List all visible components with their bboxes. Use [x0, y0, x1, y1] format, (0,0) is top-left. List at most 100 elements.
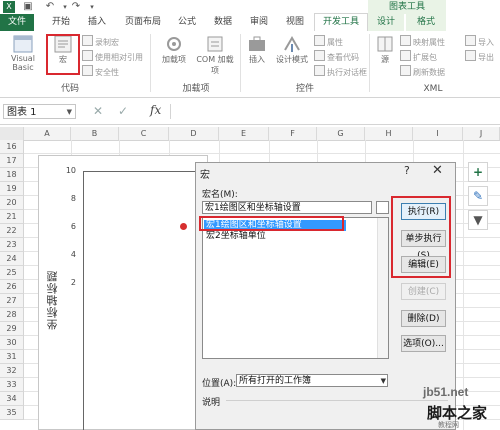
- chart-filters-icon[interactable]: ▼: [468, 210, 488, 230]
- column-header[interactable]: A: [24, 127, 71, 140]
- row-header[interactable]: 35: [0, 406, 24, 420]
- qat-customize-icon[interactable]: ▾: [86, 1, 98, 13]
- y-axis-title[interactable]: 坐标轴标题: [45, 270, 59, 330]
- column-header[interactable]: E: [219, 127, 269, 140]
- macro-name-input[interactable]: 宏1绘图区和坐标轴设置: [202, 201, 372, 214]
- chevron-down-icon[interactable]: ▼: [67, 105, 72, 120]
- xml-export-button[interactable]: 导出: [465, 50, 494, 62]
- chevron-down-icon[interactable]: ▼: [381, 375, 386, 388]
- redo-icon[interactable]: ↷: [70, 1, 82, 13]
- row-header[interactable]: 17: [0, 154, 24, 168]
- row-header[interactable]: 32: [0, 364, 24, 378]
- map-properties-label: 映射属性: [413, 38, 445, 47]
- xml-source-button[interactable]: 源: [373, 34, 397, 80]
- close-icon[interactable]: ✕: [432, 163, 443, 178]
- column-header[interactable]: B: [71, 127, 119, 140]
- formula-input[interactable]: [170, 104, 499, 119]
- row-header[interactable]: 22: [0, 224, 24, 238]
- row-header[interactable]: 29: [0, 322, 24, 336]
- com-addins-button[interactable]: COM 加载项: [193, 34, 237, 80]
- y-tick-label: 6: [70, 222, 76, 231]
- column-header[interactable]: I: [413, 127, 463, 140]
- tab-review[interactable]: 审阅: [242, 14, 276, 31]
- record-macro-button[interactable]: 录制宏: [82, 35, 119, 47]
- contextual-group-label: 图表工具: [368, 0, 446, 14]
- list-item[interactable]: 宏2坐标轴单位: [204, 231, 266, 242]
- enter-icon[interactable]: ✓: [118, 104, 128, 119]
- insert-function-icon[interactable]: fx: [150, 103, 161, 117]
- row-header[interactable]: 23: [0, 238, 24, 252]
- expansion-packs-button[interactable]: 扩展包: [400, 50, 437, 62]
- tab-data[interactable]: 数据: [206, 14, 240, 31]
- design-mode-button[interactable]: 设计模式: [272, 34, 312, 80]
- tab-view[interactable]: 视图: [278, 14, 312, 31]
- options-button[interactable]: 选项(O)...: [401, 335, 446, 352]
- column-header[interactable]: C: [119, 127, 169, 140]
- refresh-data-button[interactable]: 刷新数据: [400, 65, 445, 77]
- tab-chart-format[interactable]: 格式: [406, 14, 446, 31]
- tab-formulas[interactable]: 公式: [170, 14, 204, 31]
- addins-label: 加载项: [162, 55, 186, 64]
- tab-home[interactable]: 开始: [44, 14, 78, 31]
- plot-area[interactable]: [83, 171, 203, 430]
- delete-button[interactable]: 删除(D): [401, 310, 446, 327]
- view-code-button[interactable]: 查看代码: [314, 50, 359, 62]
- row-header[interactable]: 16: [0, 140, 24, 154]
- tab-chart-design[interactable]: 设计: [368, 14, 404, 31]
- column-header[interactable]: G: [317, 127, 365, 140]
- row-header[interactable]: 25: [0, 266, 24, 280]
- map-properties-button[interactable]: 映射属性: [400, 35, 445, 47]
- row-header[interactable]: 26: [0, 280, 24, 294]
- xml-import-button[interactable]: 导入: [465, 35, 494, 47]
- collapse-dialog-icon[interactable]: [376, 201, 389, 214]
- visual-basic-button[interactable]: Visual Basic: [1, 34, 45, 80]
- cancel-icon[interactable]: ✕: [93, 104, 103, 119]
- row-header[interactable]: 20: [0, 196, 24, 210]
- tab-insert[interactable]: 插入: [80, 14, 114, 31]
- tab-file[interactable]: 文件: [0, 14, 34, 31]
- column-header[interactable]: J: [463, 127, 500, 140]
- row-header[interactable]: 28: [0, 308, 24, 322]
- addins-button[interactable]: 加载项: [155, 34, 193, 80]
- list-scrollbar[interactable]: [377, 218, 388, 358]
- column-header[interactable]: H: [365, 127, 413, 140]
- row-header[interactable]: 18: [0, 168, 24, 182]
- select-all-corner[interactable]: [0, 127, 24, 140]
- data-point[interactable]: [180, 223, 187, 230]
- chart-elements-icon[interactable]: +: [468, 162, 488, 182]
- tab-page-layout[interactable]: 页面布局: [118, 14, 168, 31]
- macro-name-label: 宏名(M):: [202, 190, 238, 200]
- visual-basic-label: Visual Basic: [11, 54, 35, 72]
- row-header[interactable]: 19: [0, 182, 24, 196]
- properties-button[interactable]: 属性: [314, 35, 343, 47]
- row-header[interactable]: 24: [0, 252, 24, 266]
- create-button[interactable]: 创建(C): [401, 283, 446, 300]
- column-header[interactable]: D: [169, 127, 219, 140]
- help-icon[interactable]: ?: [404, 164, 410, 177]
- undo-icon[interactable]: ↶: [44, 1, 56, 13]
- insert-control-label: 插入: [249, 55, 265, 64]
- row-header[interactable]: 33: [0, 378, 24, 392]
- row-header[interactable]: 31: [0, 350, 24, 364]
- tab-developer[interactable]: 开发工具: [314, 13, 368, 33]
- row-header[interactable]: 21: [0, 210, 24, 224]
- xml-import-label: 导入: [478, 38, 494, 47]
- warning-icon: [82, 65, 93, 76]
- location-select[interactable]: 所有打开的工作簿 ▼: [236, 374, 388, 387]
- name-box[interactable]: 图表 1 ▼: [3, 104, 76, 119]
- macro-security-button[interactable]: 安全性: [82, 65, 119, 77]
- run-dialog-label: 执行对话框: [327, 68, 367, 77]
- row-header[interactable]: 27: [0, 294, 24, 308]
- macro-list[interactable]: 宏1绘图区和坐标轴设置 宏2坐标轴单位: [202, 217, 389, 359]
- row-header[interactable]: 30: [0, 336, 24, 350]
- relative-reference-button[interactable]: 使用相对引用: [82, 50, 143, 62]
- insert-control-button[interactable]: 插入: [244, 34, 270, 80]
- column-header[interactable]: F: [269, 127, 317, 140]
- row-header[interactable]: 34: [0, 392, 24, 406]
- group-separator: [240, 34, 241, 92]
- chart-styles-icon[interactable]: ✎: [468, 186, 488, 206]
- gear-icon: [167, 37, 181, 51]
- toolbox-icon: [249, 36, 265, 51]
- save-icon[interactable]: ▣: [22, 1, 34, 13]
- run-dialog-button[interactable]: 执行对话框: [314, 65, 367, 77]
